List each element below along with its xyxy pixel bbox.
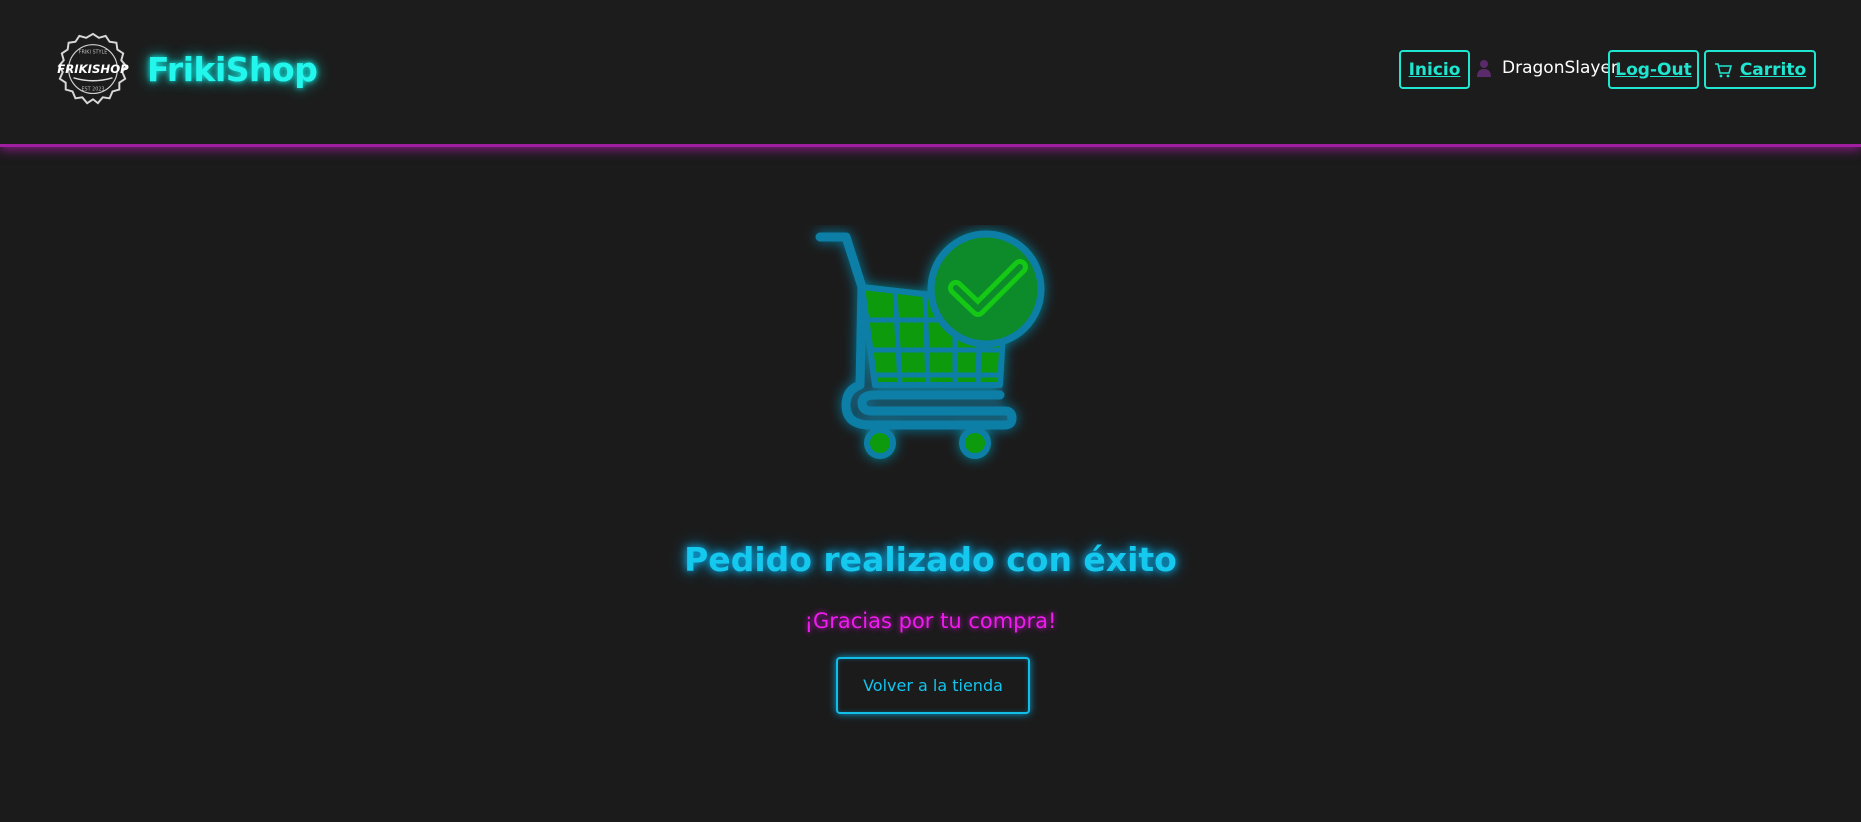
shopping-cart-icon (1714, 62, 1732, 77)
svg-text:EST 2023: EST 2023 (81, 87, 104, 93)
thank-you-message: ¡Gracias por tu compra! (804, 609, 1057, 633)
page-title: Pedido realizado con éxito (684, 540, 1177, 579)
user-info: DragonSlayer (1476, 58, 1618, 78)
svg-text:FRIKISHOP: FRIKISHOP (57, 62, 129, 76)
back-to-shop-button[interactable]: Volver a la tienda (836, 657, 1030, 714)
logout-button[interactable]: Log-Out (1608, 50, 1699, 89)
user-silhouette-icon (1477, 60, 1491, 77)
cart-checkmark-icon (815, 230, 1045, 459)
cart-button[interactable]: Carrito (1704, 50, 1816, 89)
brand-name[interactable]: FrikiShop (147, 50, 318, 89)
username-label: DragonSlayer (1502, 58, 1618, 78)
nav-home-button[interactable]: Inicio (1399, 50, 1470, 89)
cart-button-label: Carrito (1739, 59, 1807, 80)
svg-text:FRIKI STYLE: FRIKI STYLE (79, 49, 108, 55)
site-header: FRIKISHOP FRIKI STYLE EST 2023 FrikiShop… (0, 0, 1861, 147)
frikishop-logo[interactable]: FRIKISHOP FRIKI STYLE EST 2023 (54, 32, 132, 110)
